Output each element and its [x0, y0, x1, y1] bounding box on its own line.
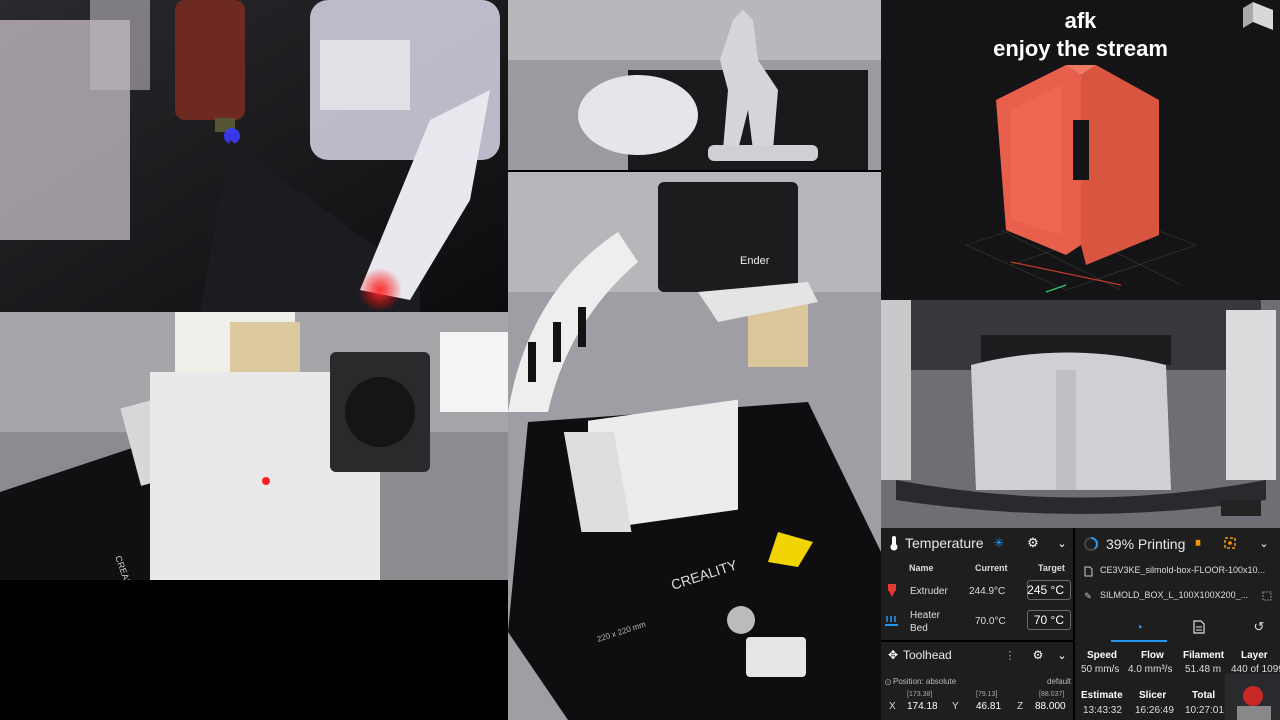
model-preview	[965, 2, 1273, 293]
slicer-preview-panel: afk enjoy the stream	[881, 0, 1280, 300]
heater-bed-target-unit: °C	[1050, 613, 1064, 627]
col-target-header: Target	[1038, 563, 1065, 573]
camera-main-printer: Ender CREALITY 220 x 220 mm	[508, 172, 881, 720]
y-label: Y	[952, 701, 959, 712]
z-sub: [88.037]	[1039, 691, 1065, 698]
camera-main-image: Ender CREALITY 220 x 220 mm	[508, 172, 881, 720]
layer-label: Layer	[1241, 650, 1268, 661]
extruder-target-unit: °C	[1050, 583, 1064, 597]
heater-bed-current: 70.0°C	[975, 616, 1006, 627]
chevron-down-icon[interactable]: ⌄	[1055, 536, 1069, 550]
x-value: 174.18	[907, 701, 938, 712]
z-label: Z	[1017, 701, 1024, 712]
total-value: 10:27:01	[1185, 705, 1224, 716]
thermometer-icon	[887, 534, 901, 552]
move-arrows-icon: ✥	[887, 648, 899, 662]
filament-label: Filament	[1183, 650, 1225, 661]
object-frame-icon[interactable]	[1261, 590, 1273, 602]
camera-figurine-image	[508, 0, 881, 170]
camera-figurine	[508, 0, 881, 170]
extruder-current: 244.9°C	[969, 586, 1006, 597]
status-panel: 39% Printing ⏸ ⌄ CE3V3KE_silmold-box-FLO…	[1075, 528, 1280, 720]
print-thumbnail	[1225, 674, 1280, 720]
tab-files-icon[interactable]	[1191, 619, 1207, 635]
x-sub: [173.38]	[907, 691, 933, 698]
extruder-target-value: 245	[1027, 583, 1048, 597]
tab-history-icon[interactable]: ↺	[1251, 619, 1267, 635]
filament-value: 51.48 m	[1185, 664, 1222, 675]
estimate-value: 13:43:32	[1083, 705, 1122, 716]
toolhead-brand-label: Ender	[740, 255, 770, 267]
status-title: 39% Printing	[1106, 536, 1186, 552]
position-icon: ⊙	[884, 676, 892, 687]
y-sub: [79.13]	[976, 691, 998, 698]
more-vert-icon[interactable]: ⋮	[1005, 648, 1016, 662]
extruder-icon	[886, 584, 898, 598]
camera-nozzle-image	[0, 0, 508, 312]
camera-nozzle-closeup	[0, 0, 508, 312]
estimate-label: Estimate	[1081, 690, 1123, 701]
temperature-title: Temperature	[905, 535, 984, 551]
heater-bed-name: Heater Bed	[910, 610, 941, 634]
camera-toolhead-image: CREALITY	[0, 312, 508, 580]
temperature-panel: Temperature ✳ ⚙ ⌄ Name Current Target Ex…	[881, 528, 1073, 640]
progress-spinner-icon	[1083, 536, 1099, 552]
view-cube-icon	[1243, 2, 1273, 30]
x-label: X	[889, 701, 896, 712]
default-label: default	[1047, 677, 1072, 686]
tab-status-gauge-icon[interactable]: ◔	[1131, 619, 1147, 635]
file-icon	[1083, 565, 1093, 577]
speed-label: Speed	[1087, 650, 1118, 661]
snowflake-icon[interactable]: ✳	[992, 535, 1006, 550]
heater-bed-icon	[885, 614, 899, 628]
toolhead-chevron-icon[interactable]: ⌄	[1056, 648, 1068, 662]
total-label: Total	[1192, 690, 1216, 701]
position-mode: Position: absolute	[893, 677, 957, 686]
z-value: 88.000	[1035, 701, 1066, 712]
object-filename: SILMOLD_BOX_L_100X100X200_...	[1100, 590, 1249, 600]
camera-toolhead-side: CREALITY	[0, 312, 508, 580]
col-current-header: Current	[975, 563, 1008, 573]
speed-value: 50 mm/s	[1081, 664, 1120, 675]
heater-bed-target-input[interactable]: 70 °C	[1027, 610, 1071, 630]
heater-bed-target-value: 70	[1033, 613, 1048, 627]
flow-value: 4.0 mm³/s	[1128, 664, 1173, 675]
pause-icon[interactable]: ⏸	[1191, 535, 1205, 550]
toolhead-gear-icon[interactable]: ⚙	[1031, 648, 1045, 662]
tab-active-underline	[1111, 640, 1167, 642]
status-chevron-icon[interactable]: ⌄	[1257, 536, 1271, 550]
toolhead-panel: ✥ Toolhead ⋮ ⚙ ⌄ ⊙ Position: absolute de…	[881, 642, 1073, 720]
toolhead-title: Toolhead	[903, 648, 952, 662]
slicer-value: 16:26:49	[1135, 705, 1174, 716]
flow-label: Flow	[1141, 650, 1164, 661]
extruder-name: Extruder	[910, 586, 948, 597]
slicer-label: Slicer	[1139, 690, 1167, 701]
pin-icon: ✎	[1084, 590, 1092, 601]
cancel-print-icon[interactable]	[1223, 536, 1237, 550]
camera-enclosure	[881, 300, 1280, 528]
extruder-target-input[interactable]: 245 °C	[1027, 580, 1071, 600]
y-value: 46.81	[976, 701, 1002, 712]
camera-enclosure-image	[881, 300, 1280, 528]
gcode-filename: CE3V3KE_silmold-box-FLOOR-100x10...	[1100, 565, 1266, 575]
gear-icon[interactable]: ⚙	[1026, 535, 1040, 550]
col-name-header: Name	[909, 563, 934, 573]
